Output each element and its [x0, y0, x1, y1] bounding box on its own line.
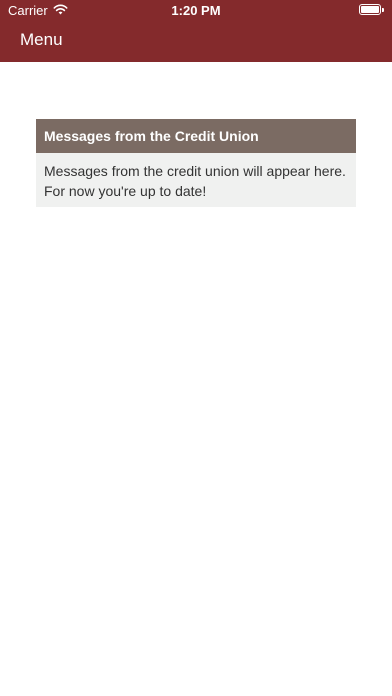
battery-tip — [382, 7, 384, 12]
battery-icon — [359, 4, 384, 15]
app-header: Carrier 1:20 PM Menu — [0, 0, 392, 62]
menu-button[interactable]: Menu — [20, 30, 63, 50]
status-bar: Carrier 1:20 PM — [0, 0, 392, 22]
status-time: 1:20 PM — [171, 3, 221, 18]
messages-line-2: For now you're up to date! — [44, 183, 207, 199]
battery-body — [359, 4, 381, 15]
messages-line-1: Messages from the credit union will appe… — [44, 163, 346, 179]
messages-card-body: Messages from the credit union will appe… — [36, 153, 356, 201]
app-screen: Carrier 1:20 PM Menu Messages from the C… — [0, 0, 392, 696]
messages-card-title: Messages from the Credit Union — [36, 119, 356, 153]
messages-card: Messages from the Credit Union Messages … — [36, 119, 356, 207]
battery-fill — [361, 6, 379, 13]
